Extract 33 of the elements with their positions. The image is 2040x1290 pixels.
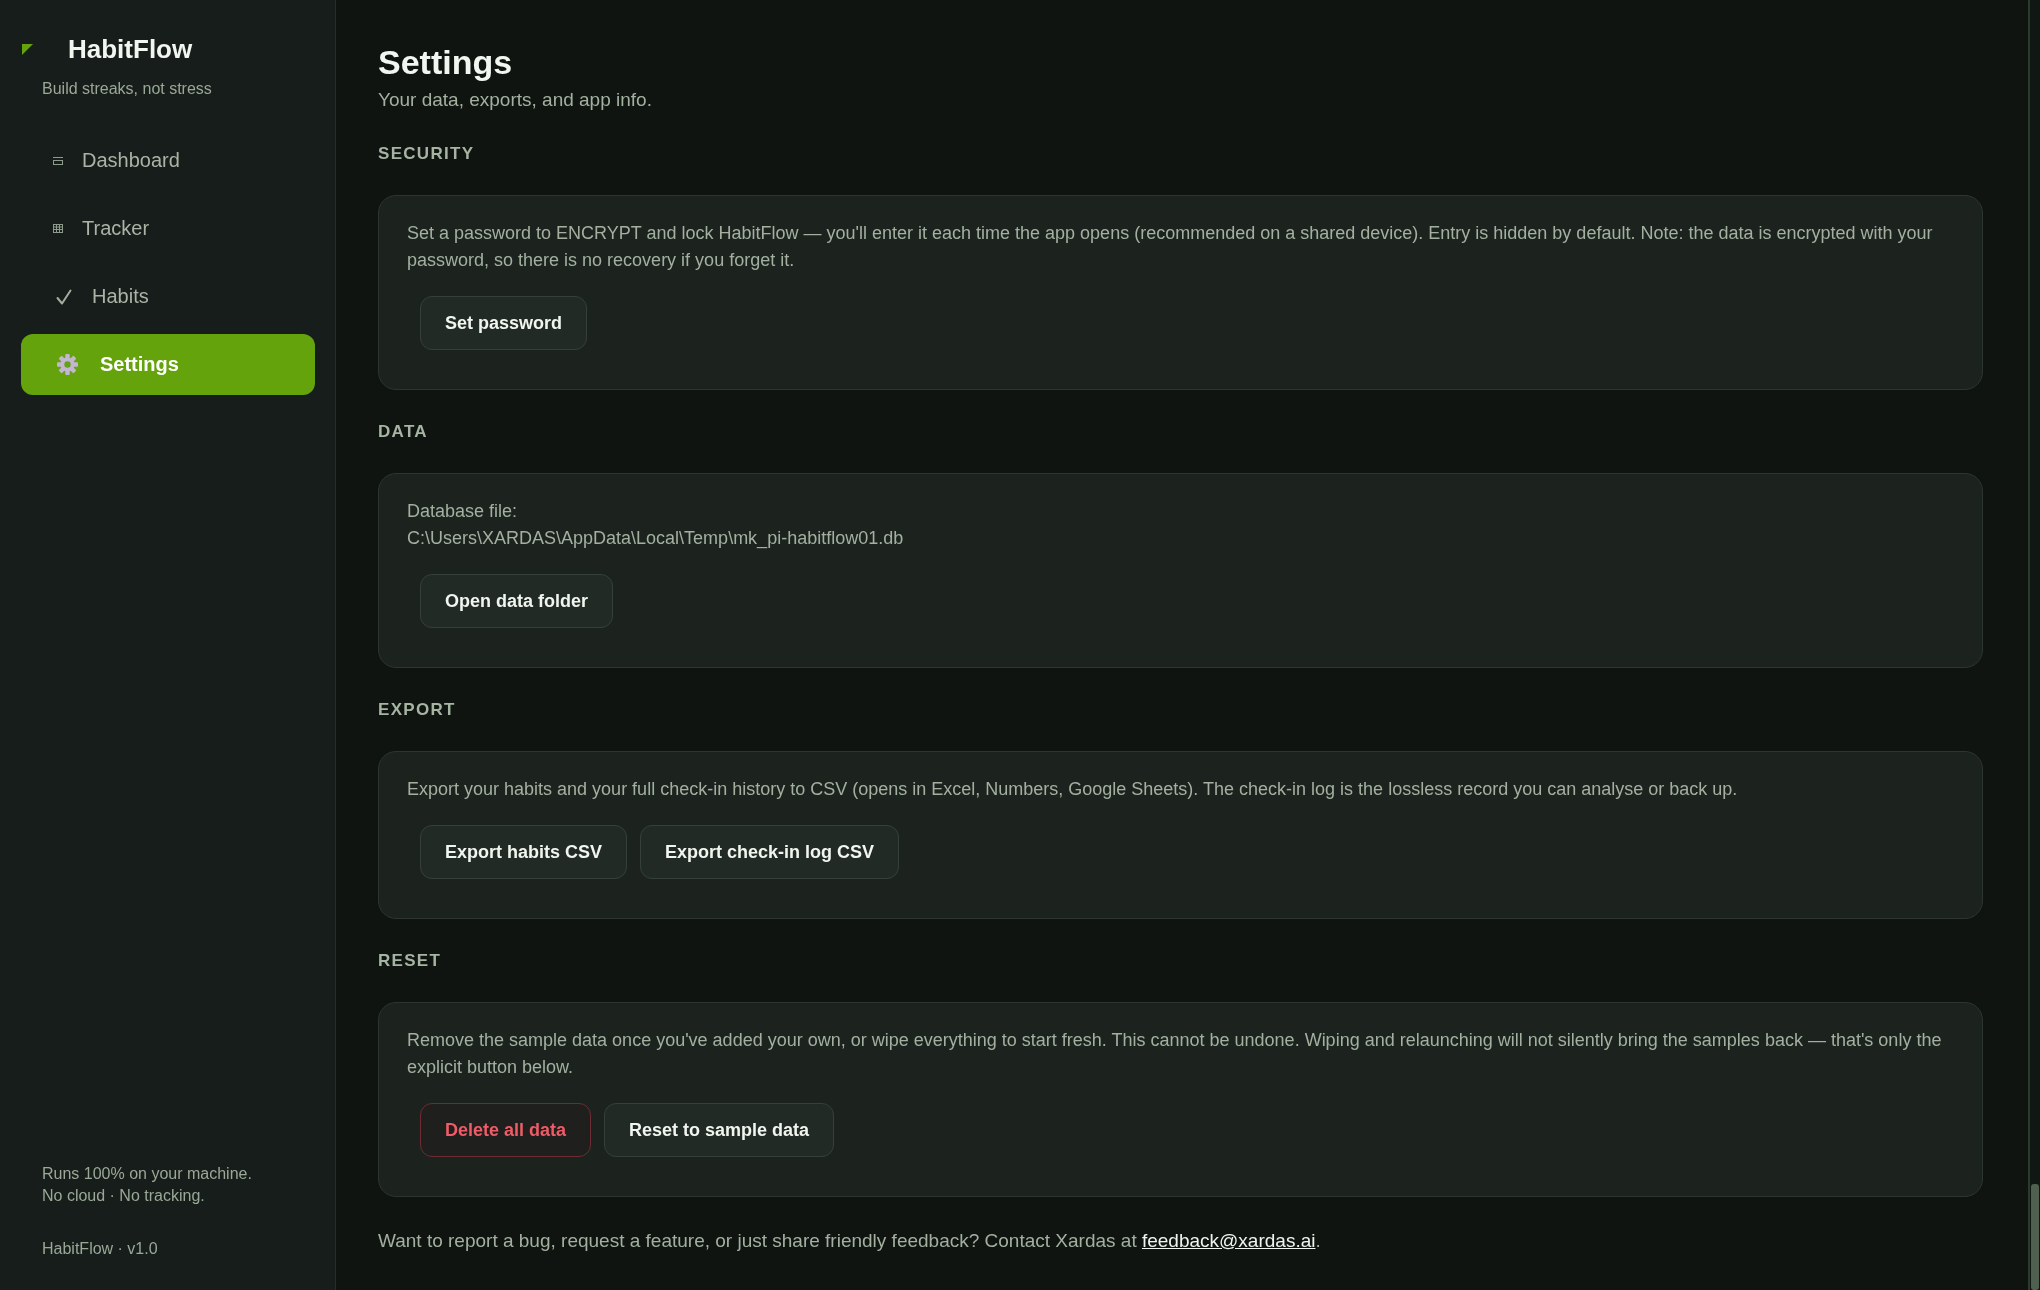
app-name: HabitFlow xyxy=(68,34,193,64)
action-button[interactable]: Open data folder xyxy=(420,574,613,628)
page-subtitle: Your data, exports, and app info. xyxy=(378,88,653,112)
nav-item[interactable]: Habits xyxy=(21,266,315,327)
action-button[interactable]: Export check-in log CSV xyxy=(640,825,900,879)
privacy-note: Runs 100% on your machine. xyxy=(42,1164,253,1184)
page-title: Settings xyxy=(378,42,514,82)
triangle-logo-icon xyxy=(22,43,33,55)
section-heading: RESET xyxy=(378,950,443,972)
contact-text: Want to report a bug, request a feature, or just share friendly feedback? Contact Xardas at feedback@xardas.ai. xyxy=(378,1229,1322,1253)
section-heading: EXPORT xyxy=(378,699,457,721)
version-text: HabitFlow · v1.0 xyxy=(42,1239,159,1259)
description-text: Remove the sample data once you've added your own, or wipe everything to start fresh. This cannot be undone. Wiping and relaunching will not silently bring the samples back — that's only the explicit button below. xyxy=(407,1029,1943,1079)
app-tagline: Build streaks, not stress xyxy=(41,79,213,99)
grid-icon xyxy=(53,224,63,233)
scrollbar-thumb[interactable] xyxy=(2031,1184,2039,1290)
nav-item[interactable]: Dashboard xyxy=(21,130,315,191)
file-path-text: C:\Users\XARDAS\AppData\Local\Temp\mk_pi-habitflow01.db xyxy=(407,527,905,551)
dashboard-icon xyxy=(53,156,63,165)
delete-button[interactable]: Delete all data xyxy=(420,1103,592,1157)
action-button[interactable]: Export habits CSV xyxy=(420,825,628,879)
section-heading: DATA xyxy=(378,421,429,443)
description-text: Set a password to ENCRYPT and lock HabitFlow — you'll enter it each time the app opens (recommended on a shared device). Entry is hidden by default. Note: the data is encrypted with your password, so there is no recovery if you forget it. xyxy=(407,222,1934,272)
nav-item[interactable]: Tracker xyxy=(21,198,315,259)
privacy-note: No cloud · No tracking. xyxy=(42,1186,206,1206)
settings-icon xyxy=(57,354,78,375)
action-button[interactable]: Reset to sample data xyxy=(604,1103,835,1157)
description-text: Export your habits and your full check-in history to CSV (opens in Excel, Numbers, Google Sheets). The check-in log is the lossless record you can analyse or back up. xyxy=(407,778,1739,801)
check-icon xyxy=(56,288,72,305)
action-button[interactable]: Set password xyxy=(420,296,588,350)
email-link[interactable]: feedback@xardas.ai xyxy=(1141,1230,1316,1251)
file-path-label: Database file: xyxy=(407,500,519,523)
section-heading: SECURITY xyxy=(378,143,476,165)
